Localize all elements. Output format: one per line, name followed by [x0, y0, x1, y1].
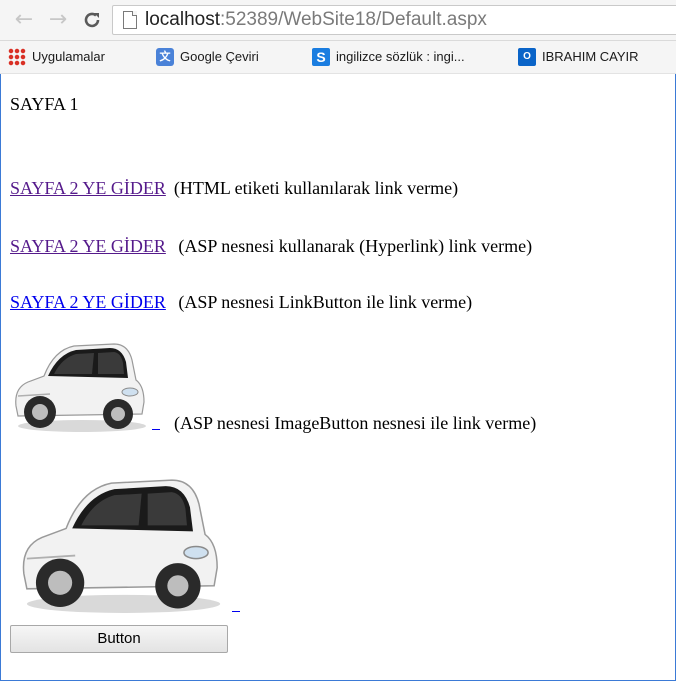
link-row-linkbutton: SAYFA 2 YE GİDER (ASP nesnesi LinkButton…	[10, 292, 472, 313]
address-bar[interactable]: localhost:52389/WebSite18/Default.aspx	[112, 5, 676, 35]
imagebutton-row: (ASP nesnesi ImageButton nesnesi ile lin…	[10, 336, 536, 434]
s-site-icon: S	[312, 47, 330, 66]
url-text: localhost:52389/WebSite18/Default.aspx	[145, 9, 487, 30]
asp-button[interactable]: Button	[10, 625, 228, 653]
html-link[interactable]: SAYFA 2 YE GİDER	[10, 178, 166, 198]
car-image-link[interactable]	[10, 468, 228, 616]
image-link-underline	[152, 429, 160, 430]
link-description: (ASP nesnesi kullanarak (Hyperlink) link…	[173, 236, 533, 256]
hyperlink-link[interactable]: SAYFA 2 YE GİDER	[10, 236, 166, 256]
image-link-row	[10, 468, 240, 616]
outlook-icon: O	[518, 47, 536, 66]
image-link-underline	[232, 611, 240, 612]
google-translate-icon: 文	[156, 47, 174, 66]
bookmark-apps[interactable]: Uygulamalar	[8, 41, 105, 73]
apps-grid-icon	[8, 47, 26, 66]
reload-icon[interactable]	[78, 6, 106, 34]
link-description: (HTML etiketi kullanılarak link verme)	[173, 178, 459, 198]
bookmark-google-translate[interactable]: 文 Google Çeviri	[156, 41, 259, 73]
browser-toolbar: ← → localhost:52389/WebSite18/Default.as…	[0, 0, 676, 41]
page-icon	[123, 11, 137, 29]
bookmarks-bar: Uygulamalar 文 Google Çeviri Singilizce sö…	[0, 41, 676, 74]
car-image-button[interactable]	[10, 336, 148, 434]
bookmark-label: ingilizce sözlük : ingi...	[336, 49, 465, 64]
linkbutton-link[interactable]: SAYFA 2 YE GİDER	[10, 292, 166, 312]
link-description: (ASP nesnesi LinkButton ile link verme)	[173, 292, 473, 312]
bookmark-outlook[interactable]: O IBRAHIM CAYIR	[518, 41, 639, 73]
imagebutton-description: (ASP nesnesi ImageButton nesnesi ile lin…	[174, 413, 537, 433]
bookmark-label: IBRAHIM CAYIR	[542, 49, 639, 64]
bookmark-dictionary[interactable]: Singilizce sözlük : ingi...	[312, 41, 465, 73]
forward-arrow-icon[interactable]: →	[44, 6, 72, 34]
bookmark-label: Uygulamalar	[32, 49, 105, 64]
bookmark-label: Google Çeviri	[180, 49, 259, 64]
back-arrow-icon[interactable]: ←	[10, 6, 38, 34]
page-title: SAYFA 1	[10, 94, 79, 114]
link-row-html: SAYFA 2 YE GİDER (HTML etiketi kullanılar…	[10, 178, 458, 199]
link-row-hyperlink: SAYFA 2 YE GİDER (ASP nesnesi kullanarak…	[10, 236, 532, 257]
